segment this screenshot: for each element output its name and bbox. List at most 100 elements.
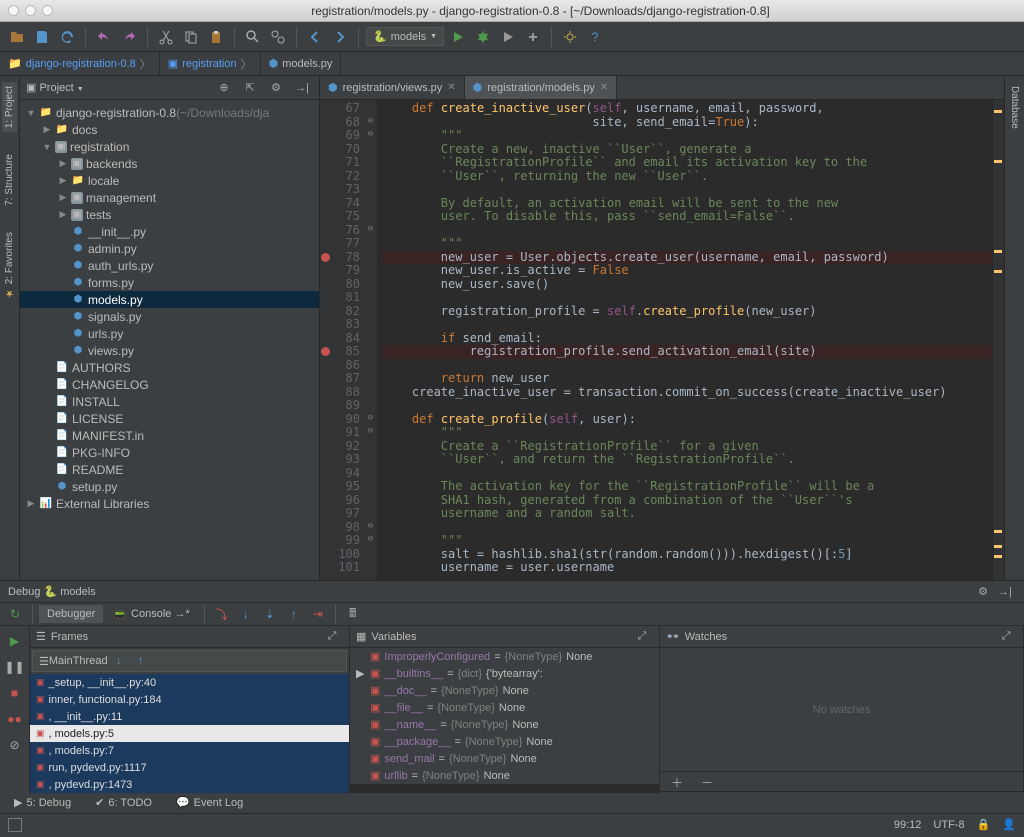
tree-item[interactable]: 📄LICENSE — [20, 410, 319, 427]
debug-tool-tab[interactable]: ▶ 5: Debug — [8, 794, 77, 811]
todo-tool-tab[interactable]: ✔ 6: TODO — [89, 794, 158, 811]
restore-layout-icon[interactable]: ⤢ — [995, 626, 1017, 648]
save-button[interactable] — [31, 26, 53, 48]
tree-item[interactable]: ⬢signals.py — [20, 308, 319, 325]
code-area[interactable]: def create_inactive_user(self, username,… — [377, 100, 992, 580]
file-encoding[interactable]: UTF-8 — [933, 819, 964, 831]
thread-select[interactable]: ☰ MainThread↓↑ — [32, 650, 347, 672]
tree-item[interactable]: ▶▣management — [20, 189, 319, 206]
tree-item[interactable]: ⬢models.py — [20, 291, 319, 308]
tree-item[interactable]: ⬢admin.py — [20, 240, 319, 257]
editor-tab[interactable]: ⬢registration/views.py✕ — [320, 76, 465, 99]
stack-frame[interactable]: ▣, models.py:5 — [30, 725, 349, 742]
frames-list[interactable]: ▣_setup, __init__.py:40▣inner, functiona… — [30, 674, 349, 793]
tree-item[interactable]: ⬢forms.py — [20, 274, 319, 291]
stack-frame[interactable]: ▣inner, functional.py:184 — [30, 691, 349, 708]
minimize-window-icon[interactable] — [25, 5, 36, 16]
collapse-all-icon[interactable]: ⇱ — [239, 77, 261, 99]
variable-row[interactable]: ▣ send_mail = {NoneType} None — [350, 750, 659, 767]
tree-item[interactable]: 📄PKG-INFO — [20, 444, 319, 461]
step-into-button[interactable]: ↓ — [235, 603, 257, 625]
tree-item[interactable]: ▶📁locale — [20, 172, 319, 189]
step-over-button[interactable]: ⤵ — [211, 603, 233, 625]
replace-button[interactable] — [267, 26, 289, 48]
paste-button[interactable] — [205, 26, 227, 48]
project-view-select[interactable]: ▣ Project ▼ — [26, 81, 84, 94]
variables-list[interactable]: ▣ ImproperlyConfigured = {NoneType} None… — [350, 648, 659, 793]
gear-icon[interactable]: ⚙ — [972, 581, 994, 603]
cut-button[interactable] — [155, 26, 177, 48]
variable-row[interactable]: ▶▣ __builtins__ = {dict} {'bytearray': — [350, 665, 659, 682]
console-tab[interactable]: 📟 Console →* — [105, 605, 197, 624]
run-button[interactable] — [447, 26, 469, 48]
fold-gutter[interactable]: ⊖⊖⊖⊖⊖⊖⊖ — [364, 100, 377, 580]
tree-item[interactable]: ▼▣registration — [20, 138, 319, 155]
redo-button[interactable] — [118, 26, 140, 48]
find-button[interactable] — [242, 26, 264, 48]
rerun-button[interactable]: ↻ — [4, 603, 26, 625]
pause-button[interactable]: ❚❚ — [4, 656, 26, 678]
tree-item[interactable]: ▶📁docs — [20, 121, 319, 138]
variable-row[interactable]: ▣ ImproperlyConfigured = {NoneType} None — [350, 648, 659, 665]
zoom-window-icon[interactable] — [42, 5, 53, 16]
breadcrumb-root[interactable]: 📁django-registration-0.8〉 — [0, 52, 160, 75]
project-tool-tab[interactable]: 1: Project — [2, 82, 17, 132]
close-tab-icon[interactable]: ✕ — [447, 82, 455, 93]
tree-item[interactable]: ⬢__init__.py — [20, 223, 319, 240]
nav-forward-button[interactable] — [329, 26, 351, 48]
structure-tool-tab[interactable]: 7: Structure — [2, 150, 17, 210]
tree-item[interactable]: ▶▣tests — [20, 206, 319, 223]
open-file-button[interactable] — [6, 26, 28, 48]
tree-item[interactable]: 📄AUTHORS — [20, 359, 319, 376]
tree-item[interactable]: 📄INSTALL — [20, 393, 319, 410]
hide-debug-icon[interactable]: →| — [994, 581, 1016, 603]
project-tree[interactable]: ▼📁django-registration-0.8 (~/Downloads/d… — [20, 100, 319, 580]
variable-row[interactable]: ▣ urllib = {NoneType} None — [350, 767, 659, 784]
help-button[interactable]: ? — [584, 26, 606, 48]
close-tab-icon[interactable]: ✕ — [600, 82, 608, 93]
nav-back-button[interactable] — [304, 26, 326, 48]
debug-button[interactable] — [472, 26, 494, 48]
settings-button[interactable] — [559, 26, 581, 48]
favorites-tool-tab[interactable]: ★2: Favorites — [2, 228, 17, 302]
restore-layout-icon[interactable]: ⤢ — [321, 626, 343, 648]
line-gutter[interactable]: 6768697071727374757677787980818283848586… — [320, 100, 364, 580]
variable-row[interactable]: ▣ __name__ = {NoneType} None — [350, 716, 659, 733]
ide-status-icon[interactable] — [8, 818, 22, 832]
debugger-tab[interactable]: Debugger — [39, 605, 103, 623]
stop-button[interactable] — [522, 26, 544, 48]
sync-button[interactable] — [56, 26, 78, 48]
window-controls[interactable] — [8, 5, 53, 16]
undo-button[interactable] — [93, 26, 115, 48]
error-stripe[interactable] — [992, 100, 1004, 580]
stack-frame[interactable]: ▣_setup, __init__.py:40 — [30, 674, 349, 691]
tree-item[interactable]: ⬢auth_urls.py — [20, 257, 319, 274]
breadcrumb-pkg[interactable]: ▣registration〉 — [160, 52, 261, 75]
run-config-select[interactable]: 🐍 models ▼ — [366, 27, 444, 46]
stack-frame[interactable]: ▣, __init__.py:11 — [30, 708, 349, 725]
tree-item[interactable]: ▶▣backends — [20, 155, 319, 172]
view-breakpoints-button[interactable]: ●● — [4, 708, 26, 730]
variable-row[interactable]: ▣ __file__ = {NoneType} None — [350, 699, 659, 716]
stack-frame[interactable]: ▣, models.py:7 — [30, 742, 349, 759]
variable-row[interactable]: ▣ __doc__ = {NoneType} None — [350, 682, 659, 699]
readonly-icon[interactable]: 🔒 — [977, 818, 991, 831]
event-log-tool-tab[interactable]: 💬 Event Log — [170, 794, 249, 811]
hide-panel-icon[interactable]: →| — [291, 77, 313, 99]
tree-item[interactable]: 📄CHANGELOG — [20, 376, 319, 393]
stop-debug-button[interactable]: ■ — [4, 682, 26, 704]
tree-item[interactable]: 📄MANIFEST.in — [20, 427, 319, 444]
scroll-to-source-icon[interactable]: ⊕ — [213, 77, 235, 99]
tree-item[interactable]: ▼📁django-registration-0.8 (~/Downloads/d… — [20, 104, 319, 121]
run-to-cursor-button[interactable]: ⇥ — [307, 603, 329, 625]
close-window-icon[interactable] — [8, 5, 19, 16]
variable-row[interactable]: ▣ __package__ = {NoneType} None — [350, 733, 659, 750]
breadcrumb-file[interactable]: ⬢models.py — [261, 52, 342, 75]
tree-item[interactable]: ⬢setup.py — [20, 478, 319, 495]
add-watch-button[interactable]: ＋ — [666, 772, 688, 794]
resume-button[interactable]: ▶ — [4, 630, 26, 652]
restore-layout-icon[interactable]: ⤢ — [631, 626, 653, 648]
stack-frame[interactable]: ▣, pydevd.py:1473 — [30, 776, 349, 793]
step-into-my-button[interactable]: ⇣ — [259, 603, 281, 625]
database-tool-tab[interactable]: Database — [1007, 82, 1022, 133]
